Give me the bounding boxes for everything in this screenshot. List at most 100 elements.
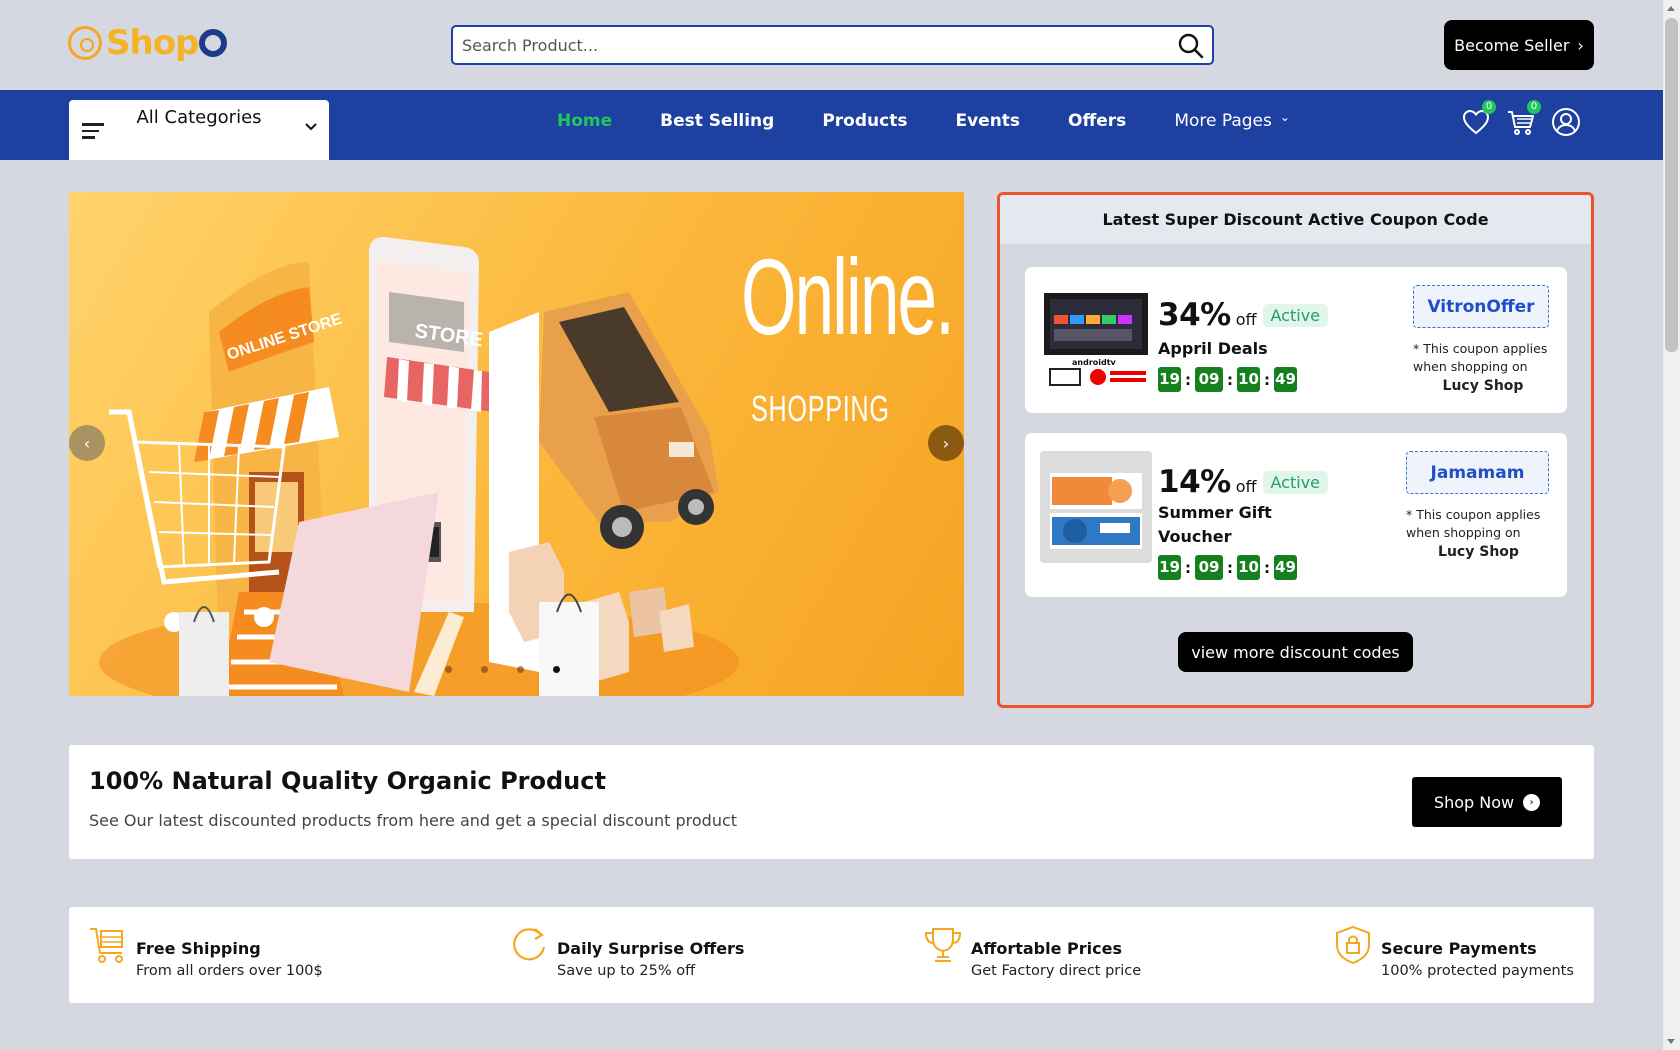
nav-link-more-pages[interactable]: More Pages ⌄ xyxy=(1174,110,1290,131)
shop-now-label: Shop Now xyxy=(1433,792,1515,812)
nav-links: Home Best Selling Products Events Offers… xyxy=(557,90,1338,152)
wishlist-count-badge: 0 xyxy=(1482,100,1496,114)
shop-now-button[interactable]: Shop Now › xyxy=(1412,777,1562,827)
feature-description: Get Factory direct price xyxy=(971,963,1142,979)
timer-days: 19 xyxy=(1158,555,1181,580)
search-icon[interactable] xyxy=(1176,31,1206,61)
features-strip: Free Shipping From all orders over 100$ … xyxy=(69,907,1594,1003)
nav-link-events[interactable]: Events xyxy=(955,111,1020,131)
logo-o-mark xyxy=(199,29,228,57)
promo-description: See Our latest discounted products from … xyxy=(89,811,738,830)
coupon-off-label: off xyxy=(1235,477,1257,496)
slider-prev-button[interactable]: ‹ xyxy=(69,425,105,461)
chevron-left-icon: ‹ xyxy=(83,433,91,453)
refresh-icon xyxy=(513,928,546,961)
become-seller-button[interactable]: Become Seller › xyxy=(1444,20,1594,70)
coupon-countdown-timer: 19: 09: 10: 49 xyxy=(1158,555,1297,580)
shop-logo[interactable]: Shop xyxy=(68,23,228,63)
timer-days: 19 xyxy=(1158,367,1181,392)
feature-title: Affortable Prices xyxy=(971,939,1122,958)
feature-description: Save up to 25% off xyxy=(557,963,696,979)
feature-description: From all orders over 100$ xyxy=(136,963,323,979)
feature-item: Secure Payments 100% protected payments xyxy=(1333,925,1574,979)
feature-description: 100% protected payments xyxy=(1381,963,1574,979)
search-bar xyxy=(451,25,1214,65)
timer-minutes: 10 xyxy=(1237,555,1260,580)
feature-item: Free Shipping From all orders over 100$ xyxy=(88,925,323,979)
coupon-note: * This coupon applies when shopping on L… xyxy=(1413,340,1553,395)
become-seller-label: Become Seller xyxy=(1454,35,1570,55)
wishlist-button[interactable]: 0 xyxy=(1460,100,1496,138)
scrollbar-thumb[interactable] xyxy=(1665,18,1678,352)
coupon-discount: 34% off Active xyxy=(1158,297,1329,333)
coupon-code-button[interactable]: Jamamam xyxy=(1406,451,1549,494)
more-pages-label: More Pages xyxy=(1174,111,1272,131)
feature-title: Secure Payments xyxy=(1381,939,1537,958)
shield-lock-icon xyxy=(1336,925,1370,965)
coupon-note-text: * This coupon applies when shopping on xyxy=(1413,341,1548,374)
coupon-note: * This coupon applies when shopping on L… xyxy=(1406,506,1551,561)
coupon-card: androidtv 34% off Active Appril Deals 19… xyxy=(1025,267,1567,413)
feature-item: Daily Surprise Offers Save up to 25% off xyxy=(509,925,744,979)
chevron-down-icon: ⌄ xyxy=(1279,110,1290,124)
cart-count-badge: 0 xyxy=(1527,100,1541,114)
coupon-shop-name: Lucy Shop xyxy=(1438,544,1519,560)
hero-slider: ONLINE STORE STORE Online. SHOPPING ‹ › xyxy=(69,192,964,696)
feature-item: Affortable Prices Get Factory direct pri… xyxy=(923,925,1141,979)
search-input[interactable] xyxy=(453,27,1153,63)
scroll-down-arrow-icon[interactable] xyxy=(1667,1039,1675,1044)
scroll-up-arrow-icon[interactable] xyxy=(1667,6,1675,11)
user-profile-icon xyxy=(1552,108,1580,136)
category-label: All Categories xyxy=(136,107,262,128)
nav-link-home[interactable]: Home xyxy=(557,111,612,131)
slider-next-button[interactable]: › xyxy=(928,425,964,461)
timer-hours: 09 xyxy=(1195,367,1223,392)
page-scrollbar[interactable] xyxy=(1663,0,1680,1050)
chevron-right-icon: › xyxy=(1577,35,1584,55)
cart-button[interactable]: 0 xyxy=(1505,100,1541,138)
nav-link-products[interactable]: Products xyxy=(822,111,907,131)
timer-seconds: 49 xyxy=(1274,555,1297,580)
logo-mark-icon xyxy=(68,26,102,60)
coupon-countdown-timer: 19: 09: 10: 49 xyxy=(1158,367,1297,392)
feature-title: Free Shipping xyxy=(136,939,261,958)
svg-text:androidtv: androidtv xyxy=(1072,358,1117,367)
view-more-discount-codes-button[interactable]: view more discount codes xyxy=(1178,632,1413,672)
nav-link-best-selling[interactable]: Best Selling xyxy=(660,111,774,131)
slider-dot-1[interactable] xyxy=(445,666,452,673)
top-header: Shop Become Seller › xyxy=(0,0,1663,90)
coupon-panel: Latest Super Discount Active Coupon Code… xyxy=(997,192,1594,708)
promo-title: 100% Natural Quality Organic Product xyxy=(89,767,606,795)
chevron-right-icon: › xyxy=(942,433,950,453)
category-menu-icon xyxy=(82,123,104,139)
slider-dot-2[interactable] xyxy=(481,666,488,673)
timer-hours: 09 xyxy=(1195,555,1223,580)
feature-title: Daily Surprise Offers xyxy=(557,939,745,958)
coupon-status-badge: Active xyxy=(1262,304,1329,327)
main-nav-bar: All Categories Home Best Selling Product… xyxy=(0,90,1663,160)
coupon-note-text: * This coupon applies when shopping on xyxy=(1406,507,1541,540)
gift-voucher-image xyxy=(1040,451,1152,563)
coupon-percent: 34% xyxy=(1158,297,1231,333)
promo-banner: 100% Natural Quality Organic Product See… xyxy=(69,745,1594,859)
logo-text: Shop xyxy=(106,23,199,63)
trophy-icon xyxy=(924,928,962,962)
coupon-code-button[interactable]: VitronOffer xyxy=(1413,285,1549,328)
nav-link-offers[interactable]: Offers xyxy=(1068,111,1126,131)
slider-dot-3[interactable] xyxy=(517,666,524,673)
arrow-right-circle-icon: › xyxy=(1523,793,1541,811)
hero-title: Online. xyxy=(741,236,955,357)
coupon-name: Appril Deals xyxy=(1158,339,1268,358)
coupon-name: Summer Gift Voucher xyxy=(1158,503,1272,546)
chevron-down-icon xyxy=(305,123,317,131)
timer-minutes: 10 xyxy=(1237,367,1260,392)
coupon-shop-name: Lucy Shop xyxy=(1442,378,1524,394)
all-categories-dropdown[interactable]: All Categories xyxy=(69,100,329,160)
profile-button[interactable] xyxy=(1550,106,1582,138)
slider-dot-4[interactable] xyxy=(553,666,560,673)
coupon-discount: 14% off Active xyxy=(1158,464,1329,500)
android-tv-image: androidtv xyxy=(1040,285,1152,395)
timer-seconds: 49 xyxy=(1274,367,1297,392)
coupon-percent: 14% xyxy=(1158,464,1231,500)
coupon-status-badge: Active xyxy=(1262,471,1329,494)
